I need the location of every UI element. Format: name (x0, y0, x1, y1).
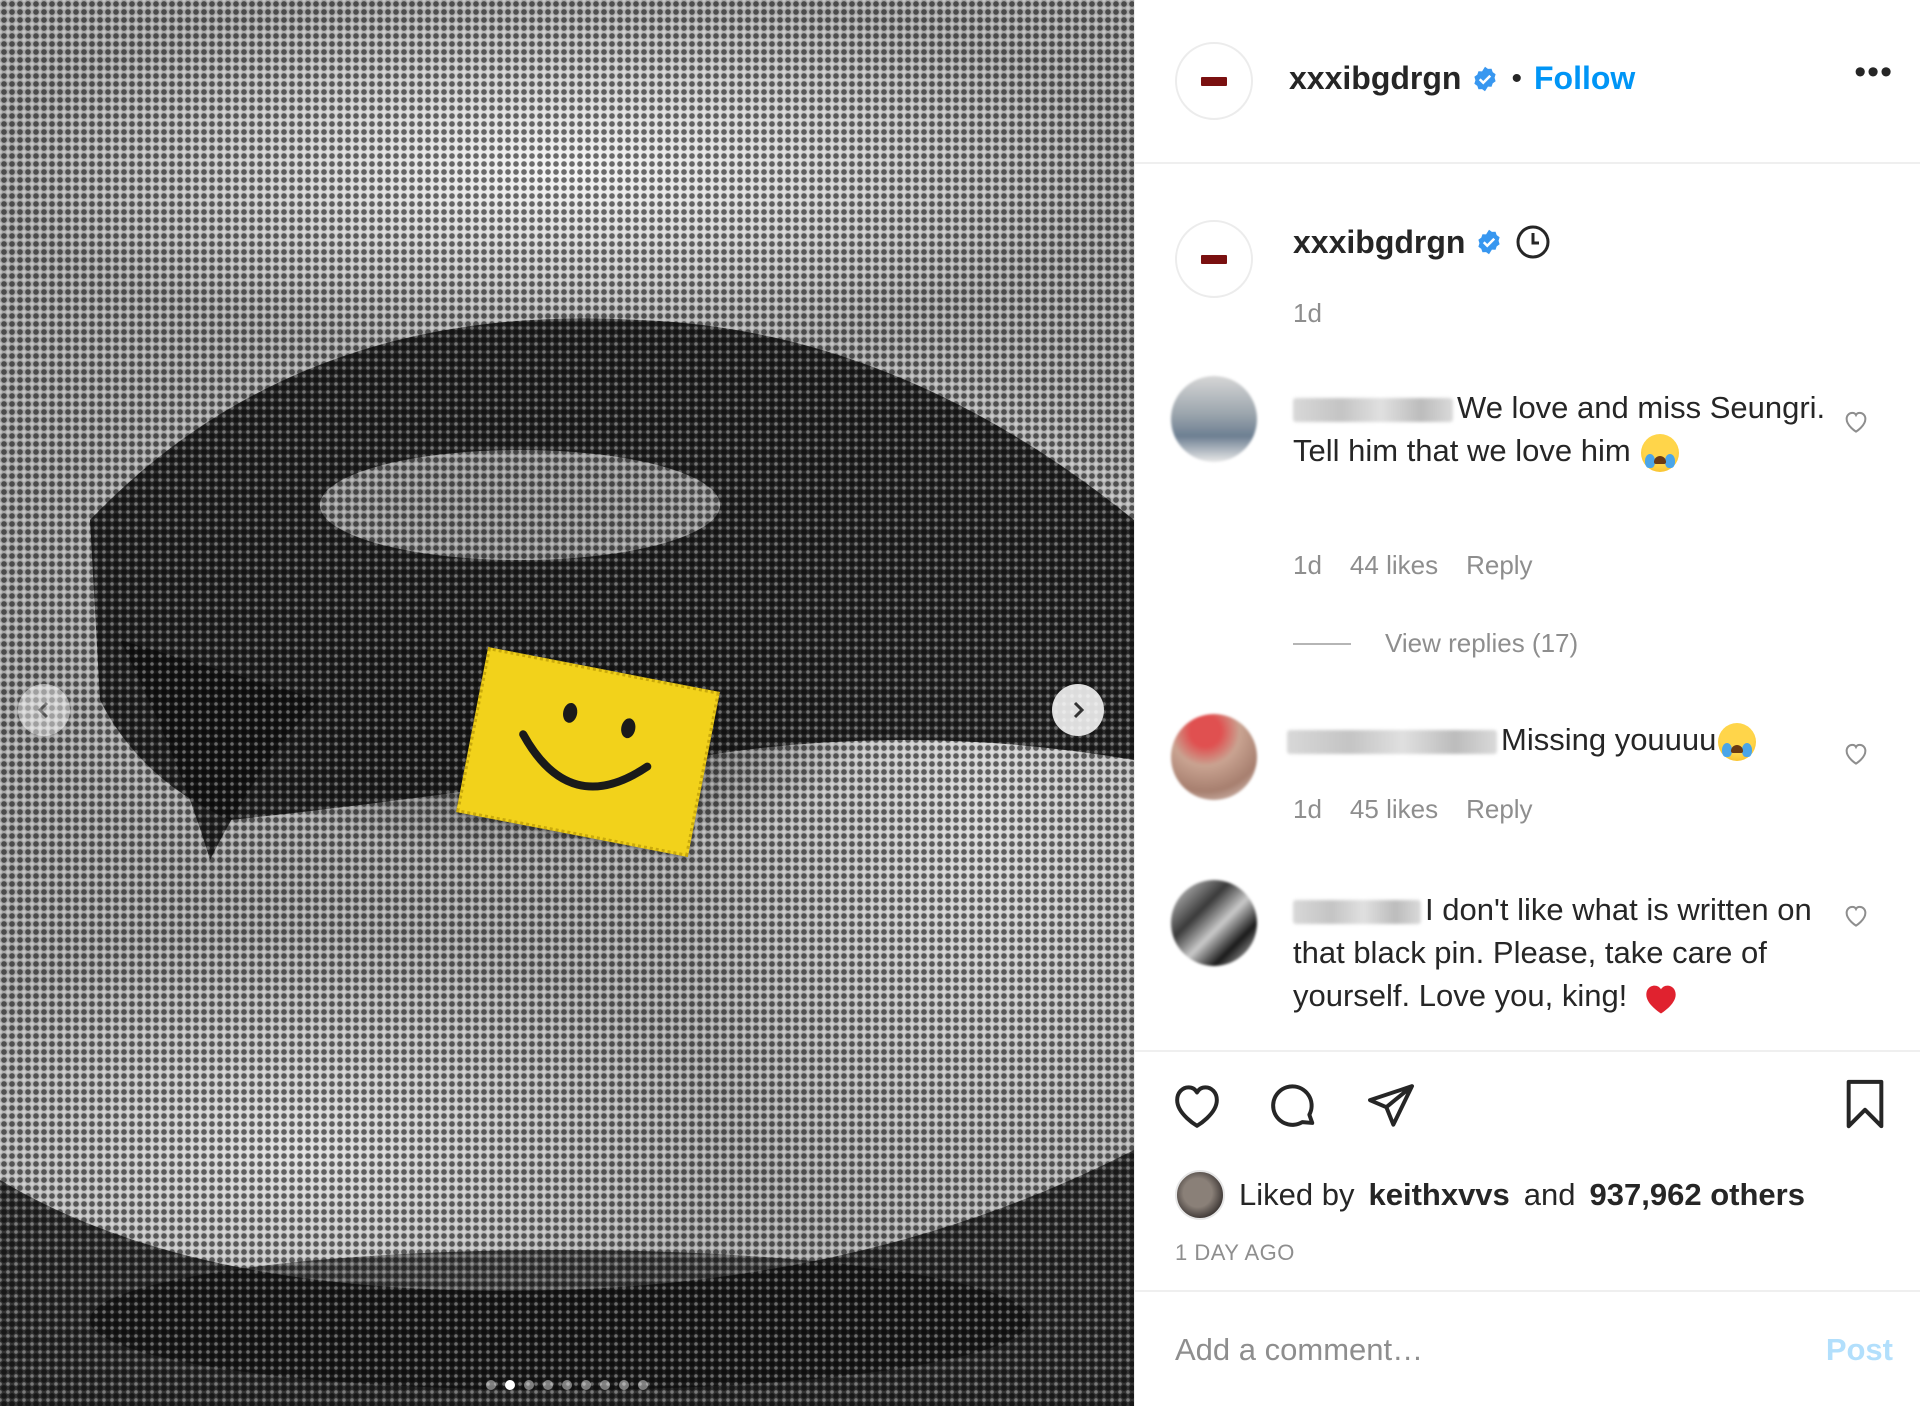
post-header: xxxibgdrgn • Follow ••• (1135, 0, 1920, 164)
liked-by-prefix: Liked by (1239, 1177, 1355, 1212)
comment-timestamp: 1d (1293, 794, 1322, 824)
view-replies-button[interactable]: View replies (17) (1293, 628, 1578, 659)
like-heart-icon[interactable] (1169, 1078, 1225, 1134)
comment-bubble-icon[interactable] (1265, 1078, 1321, 1134)
comment-like-heart-icon[interactable] (1841, 738, 1871, 768)
carousel-next-button[interactable] (1052, 684, 1104, 736)
post-date[interactable]: 1 DAY AGO (1175, 1240, 1295, 1266)
post-media[interactable] (0, 0, 1134, 1406)
comment-like-heart-icon[interactable] (1841, 900, 1871, 930)
commenter-avatar[interactable] (1171, 376, 1257, 462)
post-actions: Liked by keithxvvs and 937,962 others 1 … (1135, 1050, 1920, 1290)
red-heart-emoji (1646, 985, 1676, 1014)
caption-timestamp: 1d (1293, 298, 1322, 328)
carousel-dot (524, 1380, 534, 1390)
comment-like-heart-icon[interactable] (1841, 406, 1871, 436)
carousel-dot (562, 1380, 572, 1390)
crying-face-emoji (1641, 433, 1680, 472)
comment-text: Missing youuuu (1501, 722, 1717, 757)
author-username[interactable]: xxxibgdrgn (1289, 60, 1461, 97)
commenter-username[interactable] (1287, 729, 1497, 754)
carousel-dot (619, 1380, 629, 1390)
more-options-icon[interactable]: ••• (1854, 55, 1893, 89)
follow-button[interactable]: Follow (1534, 60, 1635, 97)
crying-face-emoji (1718, 722, 1757, 761)
carousel-prev-button[interactable] (18, 684, 70, 736)
commenter-avatar[interactable] (1171, 880, 1257, 966)
post-sidebar: xxxibgdrgn • Follow ••• xxxibgdrgn 1d We… (1134, 0, 1920, 1406)
carousel-dot (581, 1380, 591, 1390)
comment-timestamp: 1d (1293, 550, 1322, 580)
carousel-dot (486, 1380, 496, 1390)
verified-badge-icon (1474, 66, 1497, 91)
post-comment-button[interactable]: Post (1826, 1332, 1893, 1368)
carousel-dot (543, 1380, 553, 1390)
reply-button[interactable]: Reply (1466, 794, 1532, 825)
clock-icon (1516, 225, 1550, 259)
carousel-dot (505, 1380, 515, 1390)
caption-author-username[interactable]: xxxibgdrgn (1293, 224, 1465, 261)
carousel-dot (638, 1380, 648, 1390)
save-bookmark-icon[interactable] (1837, 1076, 1893, 1132)
view-replies-label: View replies (17) (1385, 628, 1579, 658)
commenter-username[interactable] (1293, 397, 1453, 422)
add-comment-bar: Post (1135, 1290, 1920, 1406)
liker-username[interactable]: keithxvvs (1368, 1177, 1509, 1213)
comment-likes-count[interactable]: 44 likes (1350, 550, 1438, 581)
liker-avatar[interactable] (1175, 1170, 1225, 1220)
liked-by-conjunction: and (1523, 1177, 1576, 1212)
caption-author-avatar[interactable] (1175, 220, 1253, 298)
divider-line (1293, 642, 1351, 645)
chevron-left-icon (37, 701, 49, 719)
comment-likes-count[interactable]: 45 likes (1350, 794, 1438, 825)
carousel-indicator (0, 1380, 1134, 1390)
carousel-dot (600, 1380, 610, 1390)
separator-dot: • (1511, 61, 1522, 95)
commenter-username[interactable] (1293, 899, 1421, 924)
share-paper-plane-icon[interactable] (1363, 1078, 1419, 1134)
caption (1135, 200, 1920, 340)
commenter-avatar[interactable] (1171, 714, 1257, 800)
chevron-right-icon (1073, 701, 1085, 719)
verified-badge-icon (1478, 229, 1501, 255)
author-avatar[interactable] (1175, 42, 1253, 120)
liked-by-others[interactable]: 937,962 others (1590, 1177, 1805, 1213)
add-comment-input[interactable] (1175, 1324, 1795, 1376)
likes-summary: Liked by keithxvvs and 937,962 others (1175, 1170, 1805, 1220)
reply-button[interactable]: Reply (1466, 550, 1532, 581)
